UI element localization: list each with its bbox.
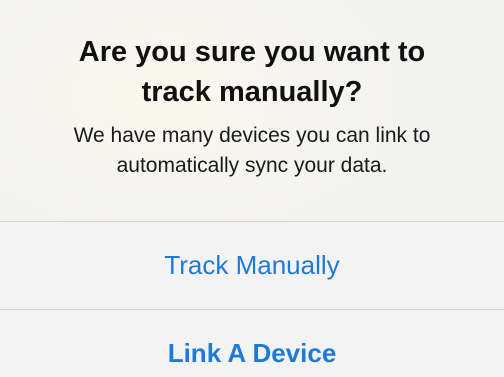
track-manually-label: Track Manually (164, 250, 340, 280)
alert-title: Are you sure you want to track manually? (0, 32, 504, 112)
link-device-button[interactable]: Link A Device (0, 310, 504, 377)
track-manually-button[interactable]: Track Manually (0, 222, 504, 309)
alert-message: We have many devices you can link to aut… (0, 121, 504, 181)
link-device-label: Link A Device (167, 338, 337, 368)
alert-message-line-2: automatically sync your data. (116, 154, 388, 177)
alert-message-line-1: We have many devices you can link to (73, 124, 431, 147)
alert-content: Are you sure you want to track manually?… (0, 0, 504, 221)
alert-title-line-1: Are you sure you want to (78, 36, 426, 68)
alert-title-line-2: track manually? (141, 76, 363, 108)
alert-dialog: Are you sure you want to track manually?… (0, 0, 504, 377)
